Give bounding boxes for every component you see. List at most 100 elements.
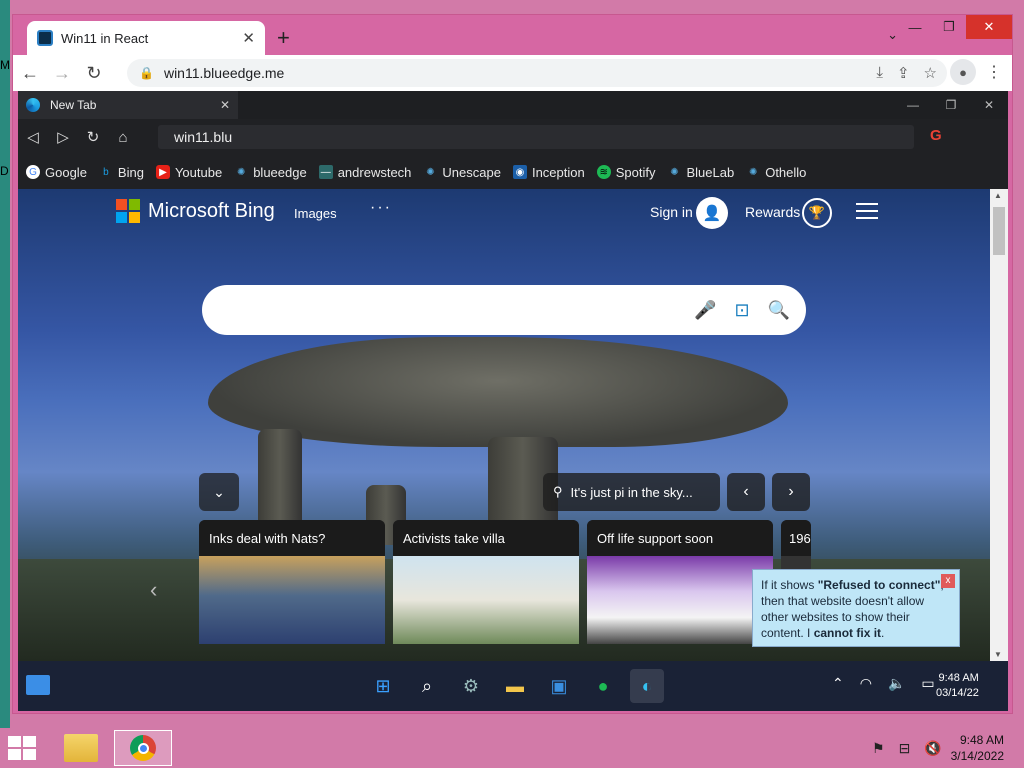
omnibox[interactable]: 🔒 win11.blueedge.me ⤓ ⇪ ☆ xyxy=(127,59,947,87)
host-start-icon[interactable] xyxy=(8,736,38,760)
win11-start-icon[interactable]: ⊞ xyxy=(366,669,400,703)
edge-close-button[interactable]: ✕ xyxy=(970,91,1008,119)
host-clock[interactable]: 9:48 AM 3/14/2022 xyxy=(950,732,1004,764)
edge-maximize-button[interactable]: ❐ xyxy=(932,91,970,119)
rewards-trophy-icon[interactable]: 🏆 xyxy=(802,198,832,228)
edge-tab-title: New Tab xyxy=(50,98,97,112)
chrome-window: Win11 in React ✕ + ⌄ — ❐ ✕ ← → ↻ 🔒 win11… xyxy=(12,14,1013,714)
bing-logo[interactable]: Microsoft Bing xyxy=(116,199,275,223)
tab-search-chevron-icon[interactable]: ⌄ xyxy=(887,27,898,43)
bookmark-bluelab[interactable]: ✺ BlueLab xyxy=(667,165,734,180)
previous-image-button[interactable]: ‹ xyxy=(727,473,765,511)
volume-icon[interactable]: 🔈 xyxy=(888,675,905,692)
tooltip-close-icon[interactable]: x xyxy=(941,574,955,588)
restore-button[interactable]: ❐ xyxy=(932,15,966,39)
visual-search-icon[interactable]: ⊡ xyxy=(734,300,749,321)
tray-chevron-icon[interactable]: ⌃ xyxy=(832,675,844,692)
edge-minimize-button[interactable]: — xyxy=(894,91,932,119)
win11-search-icon[interactable]: ⌕ xyxy=(410,669,444,703)
collapse-feed-button[interactable]: ⌄ xyxy=(199,473,239,511)
scroll-up-icon[interactable]: ▲ xyxy=(994,191,1002,200)
hamburger-menu-icon[interactable] xyxy=(856,203,878,224)
install-app-icon[interactable]: ⤓ xyxy=(876,64,883,82)
edge-tab-close-icon[interactable]: ✕ xyxy=(220,98,230,112)
forward-button[interactable]: → xyxy=(47,58,77,88)
bookmark-unescape[interactable]: ✺ Unescape xyxy=(423,165,501,180)
win11-spotify-icon[interactable]: ● xyxy=(586,669,620,703)
host-taskbar: ⚑ ⊟ 🔇 9:48 AM 3/14/2022 xyxy=(0,728,1024,768)
win11-taskbar: ⊞ ⌕ ⚙ ▬ ▣ ● ◐ ⌃ ◠ 🔈 ▭ 9:48 AM 03/14/22 xyxy=(18,661,1008,711)
win11-system-tray: ⌃ ◠ 🔈 ▭ xyxy=(832,675,935,692)
chrome-tab-title: Win11 in React xyxy=(61,30,149,46)
chrome-tabstrip: Win11 in React ✕ + ⌄ — ❐ ✕ xyxy=(13,15,1012,55)
microsoft-logo-icon xyxy=(116,199,140,223)
user-avatar-icon[interactable]: 👤 xyxy=(696,197,728,229)
chrome-menu-icon[interactable]: ⋮ xyxy=(986,62,1002,82)
sign-in-link[interactable]: Sign in xyxy=(650,204,693,220)
bookmark-andrewstech[interactable]: — andrewstech xyxy=(318,165,411,180)
share-icon[interactable]: ⇪ xyxy=(897,64,910,82)
host-explorer-icon[interactable] xyxy=(64,734,98,762)
lock-icon[interactable]: 🔒 xyxy=(139,66,154,80)
close-tab-icon[interactable]: ✕ xyxy=(242,29,255,47)
scroll-down-icon[interactable]: ▼ xyxy=(994,650,1002,659)
omnibox-url[interactable]: win11.blueedge.me xyxy=(164,65,284,81)
page-scrollbar[interactable]: ▲ ▼ xyxy=(990,189,1008,661)
reload-button[interactable]: ↻ xyxy=(79,58,109,88)
edge-address-input[interactable]: win11.blu xyxy=(158,125,914,149)
bookmark-blueedge[interactable]: ✺ blueedge xyxy=(234,165,307,180)
microphone-icon[interactable]: 🎤 xyxy=(694,300,716,321)
bookmark-star-icon[interactable]: ☆ xyxy=(924,64,937,82)
widgets-icon[interactable] xyxy=(26,675,50,695)
battery-icon[interactable]: ▭ xyxy=(921,675,934,692)
next-image-button[interactable]: › xyxy=(772,473,810,511)
close-window-button[interactable]: ✕ xyxy=(966,15,1012,39)
nav-images-link[interactable]: Images xyxy=(294,206,337,221)
bookmark-inception[interactable]: ◉ Inception xyxy=(512,165,585,180)
host-chrome-button[interactable] xyxy=(114,730,172,766)
edge-back-icon[interactable]: ◁ xyxy=(18,128,48,146)
nav-more-icon[interactable]: ··· xyxy=(370,199,392,217)
win11-settings-icon[interactable]: ⚙ xyxy=(454,669,488,703)
win11-store-icon[interactable]: ▣ xyxy=(542,669,576,703)
google-search-icon[interactable]: G xyxy=(930,127,942,144)
chrome-tab[interactable]: Win11 in React ✕ xyxy=(27,21,265,55)
network-icon[interactable]: ⊟ xyxy=(899,740,911,757)
news-card[interactable]: Inks deal with Nats? xyxy=(199,520,385,644)
wifi-icon[interactable]: ◠ xyxy=(860,675,872,692)
news-card-title: Inks deal with Nats? xyxy=(199,520,385,556)
news-card-title: Off life support soon xyxy=(587,520,773,556)
search-icon[interactable]: 🔍 xyxy=(768,300,790,321)
desktop-edge: M D xyxy=(0,0,10,728)
news-card-image xyxy=(587,556,773,644)
news-card[interactable]: Activists take villa xyxy=(393,520,579,644)
back-button[interactable]: ← xyxy=(15,58,45,88)
win11-clock[interactable]: 9:48 AM 03/14/22 xyxy=(936,671,979,701)
minimize-button[interactable]: — xyxy=(898,15,932,39)
edge-forward-icon[interactable]: ▷ xyxy=(48,128,78,146)
bookmark-bing[interactable]: b Bing xyxy=(99,165,144,180)
volume-muted-icon[interactable]: 🔇 xyxy=(924,740,941,757)
win11-favicon-icon xyxy=(37,30,53,46)
rewards-link[interactable]: Rewards xyxy=(745,204,800,220)
bookmark-othello[interactable]: ✺ Othello xyxy=(746,165,806,180)
win11-edge-icon[interactable]: ◐ xyxy=(630,669,664,703)
scroll-thumb[interactable] xyxy=(993,207,1005,255)
new-tab-button[interactable]: + xyxy=(277,25,290,51)
edge-home-icon[interactable]: ⌂ xyxy=(108,129,138,146)
bookmark-google[interactable]: G Google xyxy=(26,165,87,180)
feed-left-arrow-icon[interactable]: ‹ xyxy=(150,577,157,603)
edge-refresh-icon[interactable]: ↻ xyxy=(78,128,108,146)
bookmark-spotify[interactable]: ≋ Spotify xyxy=(596,165,655,180)
image-caption-button[interactable]: ⚲ It's just pi in the sky... xyxy=(543,473,720,511)
refused-connect-tooltip: If it shows "Refused to connect", then t… xyxy=(752,569,960,647)
bookmark-youtube[interactable]: ▶ Youtube xyxy=(155,165,222,180)
profile-avatar[interactable]: ● xyxy=(950,59,976,85)
bing-search-box[interactable]: 🎤 ⊡ 🔍 xyxy=(202,285,806,335)
win11-explorer-icon[interactable]: ▬ xyxy=(498,669,532,703)
news-card[interactable]: Off life support soon xyxy=(587,520,773,644)
action-center-flag-icon[interactable]: ⚑ xyxy=(872,740,885,757)
bing-brand: Microsoft Bing xyxy=(148,199,275,222)
edge-tab[interactable]: New Tab ✕ xyxy=(18,91,238,119)
desktop-label-m: M xyxy=(0,58,10,72)
